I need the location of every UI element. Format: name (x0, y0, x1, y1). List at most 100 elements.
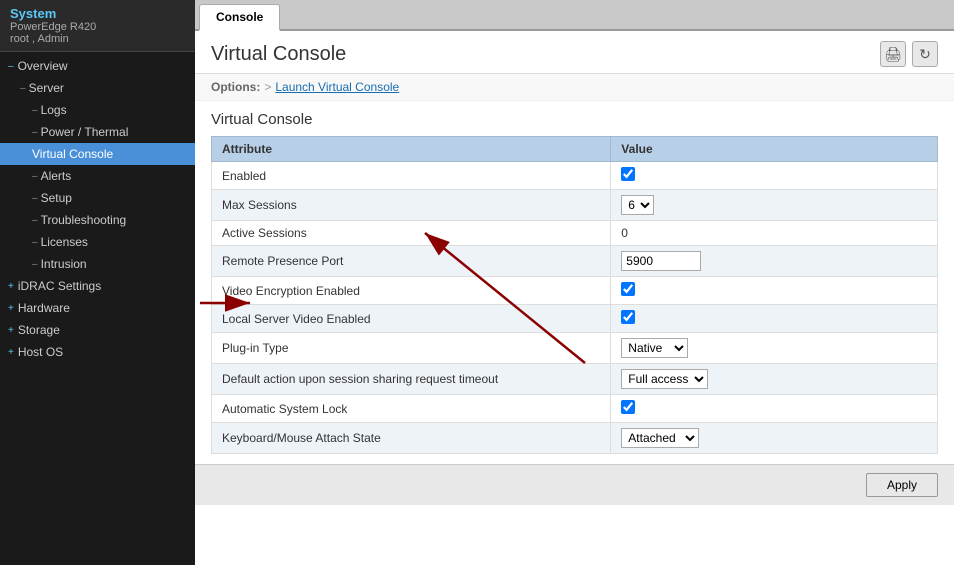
select-6[interactable]: NativeActiveXJava (621, 338, 688, 358)
sidebar-label-hardware: Hardware (18, 301, 70, 315)
input-3[interactable] (621, 251, 701, 271)
sidebar-label-troubleshooting: Troubleshooting (41, 213, 127, 227)
main-content: Console Virtual Console 🖨 ↻ (195, 0, 954, 565)
row-attribute-7: Default action upon session sharing requ… (212, 364, 611, 395)
section-title: Virtual Console (211, 111, 938, 128)
row-attribute-5: Local Server Video Enabled (212, 305, 611, 333)
apply-row: Apply (195, 464, 954, 505)
sidebar-toggle-overview: – (8, 61, 14, 72)
sidebar-toggle-storage: + (8, 325, 14, 336)
sidebar-label-intrusion: Intrusion (41, 257, 87, 271)
checkbox-4[interactable] (621, 282, 635, 296)
tree-icon-power-thermal: – (32, 127, 38, 138)
sidebar-label-power-thermal: Power / Thermal (41, 125, 129, 139)
table-row: Local Server Video Enabled (212, 305, 938, 333)
options-bar: Options: > Launch Virtual Console (195, 74, 954, 101)
content-area: Virtual Console 🖨 ↻ Options: > Launch Vi… (195, 31, 954, 565)
sidebar-item-troubleshooting[interactable]: – Troubleshooting (0, 209, 195, 231)
sidebar-label-logs: Logs (41, 103, 67, 117)
sidebar-label-virtual-console: Virtual Console (32, 147, 113, 161)
row-value-6[interactable]: NativeActiveXJava (611, 333, 938, 364)
row-value-8[interactable] (611, 395, 938, 423)
row-value-4[interactable] (611, 277, 938, 305)
row-attribute-3: Remote Presence Port (212, 246, 611, 277)
row-value-2: 0 (611, 221, 938, 246)
tab-console[interactable]: Console (199, 4, 280, 31)
virtual-console-section: Virtual Console Attribute Value EnabledM… (195, 101, 954, 464)
print-button[interactable]: 🖨 (880, 41, 906, 67)
tree-icon-alerts: – (32, 171, 38, 182)
options-separator: > (264, 80, 271, 94)
select-1[interactable]: 123456 (621, 195, 654, 215)
sidebar-header: System PowerEdge R420 root , Admin (0, 0, 195, 52)
tree-icon-intrusion: – (32, 259, 38, 270)
sidebar-item-server[interactable]: – Server (0, 77, 195, 99)
sidebar-item-host-os[interactable]: + Host OS (0, 341, 195, 363)
select-7[interactable]: Full accessRead onlyTerminate (621, 369, 708, 389)
tree-icon-server: – (20, 83, 26, 94)
table-row: Plug-in Type NativeActiveXJava (212, 333, 938, 364)
sidebar-item-idrac-settings[interactable]: + iDRAC Settings (0, 275, 195, 297)
table-row: Video Encryption Enabled (212, 277, 938, 305)
checkbox-8[interactable] (621, 400, 635, 414)
sidebar-toggle-hardware: + (8, 303, 14, 314)
checkbox-5[interactable] (621, 310, 635, 324)
options-label: Options: (211, 80, 260, 94)
sidebar-toggle-host-os: + (8, 347, 14, 358)
sidebar-item-licenses[interactable]: – Licenses (0, 231, 195, 253)
sidebar-label-storage: Storage (18, 323, 60, 337)
sidebar-item-alerts[interactable]: – Alerts (0, 165, 195, 187)
tree-icon-licenses: – (32, 237, 38, 248)
row-attribute-0: Enabled (212, 162, 611, 190)
row-value-5[interactable] (611, 305, 938, 333)
row-value-3[interactable] (611, 246, 938, 277)
sidebar-item-hardware[interactable]: + Hardware (0, 297, 195, 319)
table-row: Keyboard/Mouse Attach StateAttachedDetac… (212, 423, 938, 454)
sidebar-system-subtitle1: PowerEdge R420 (10, 21, 185, 33)
col-header-attribute: Attribute (212, 137, 611, 162)
table-row: Automatic System Lock (212, 395, 938, 423)
row-value-7[interactable]: Full accessRead onlyTerminate (611, 364, 938, 395)
row-attribute-6: Plug-in Type (212, 333, 611, 364)
row-attribute-2: Active Sessions (212, 221, 611, 246)
row-attribute-8: Automatic System Lock (212, 395, 611, 423)
row-value-0[interactable] (611, 162, 938, 190)
sidebar-label-overview: Overview (18, 59, 68, 73)
checkbox-0[interactable] (621, 167, 635, 181)
tree-icon-logs: – (32, 105, 38, 116)
row-value-9[interactable]: AttachedDetached (611, 423, 938, 454)
launch-virtual-console-link[interactable]: Launch Virtual Console (275, 80, 399, 94)
sidebar-toggle-idrac: + (8, 281, 14, 292)
sidebar-item-storage[interactable]: + Storage (0, 319, 195, 341)
col-header-value: Value (611, 137, 938, 162)
sidebar-label-alerts: Alerts (41, 169, 72, 183)
sidebar-nav: – Overview – Server – Logs – Power / The… (0, 52, 195, 366)
page-header: Virtual Console 🖨 ↻ (195, 31, 954, 74)
tab-bar: Console (195, 0, 954, 31)
sidebar-label-setup: Setup (41, 191, 72, 205)
sidebar-label-server: Server (29, 81, 64, 95)
tree-icon-troubleshooting: – (32, 215, 38, 226)
sidebar-item-power-thermal[interactable]: – Power / Thermal (0, 121, 195, 143)
sidebar-item-intrusion[interactable]: – Intrusion (0, 253, 195, 275)
row-attribute-1: Max Sessions (212, 190, 611, 221)
refresh-button[interactable]: ↻ (912, 41, 938, 67)
sidebar-item-virtual-console[interactable]: Virtual Console (0, 143, 195, 165)
sidebar-item-logs[interactable]: – Logs (0, 99, 195, 121)
sidebar-label-licenses: Licenses (41, 235, 88, 249)
table-row: Enabled (212, 162, 938, 190)
row-attribute-4: Video Encryption Enabled (212, 277, 611, 305)
select-9[interactable]: AttachedDetached (621, 428, 699, 448)
table-row: Active Sessions0 (212, 221, 938, 246)
sidebar-item-setup[interactable]: – Setup (0, 187, 195, 209)
row-value-1[interactable]: 123456 (611, 190, 938, 221)
header-icons: 🖨 ↻ (880, 41, 938, 67)
page-title: Virtual Console (211, 43, 346, 66)
vc-settings-table: Attribute Value EnabledMax Sessions 12345… (211, 136, 938, 454)
sidebar-item-overview[interactable]: – Overview (0, 55, 195, 77)
sidebar-system-subtitle2: root , Admin (10, 33, 185, 45)
apply-button[interactable]: Apply (866, 473, 938, 497)
table-row: Default action upon session sharing requ… (212, 364, 938, 395)
sidebar-system-title: System (10, 6, 185, 21)
sidebar-label-idrac-settings: iDRAC Settings (18, 279, 101, 293)
